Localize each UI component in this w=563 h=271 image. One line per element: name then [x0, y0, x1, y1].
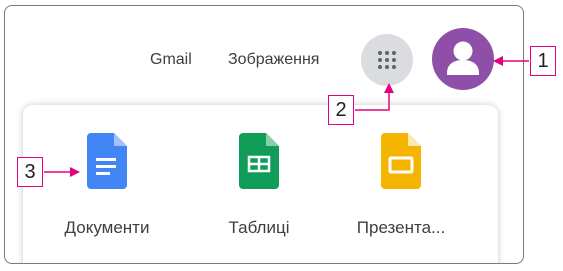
callout-apps-button: 2	[328, 95, 354, 125]
callout-docs: 3	[17, 157, 43, 187]
callout-arrows	[44, 56, 529, 177]
callout-account: 1	[530, 46, 556, 76]
